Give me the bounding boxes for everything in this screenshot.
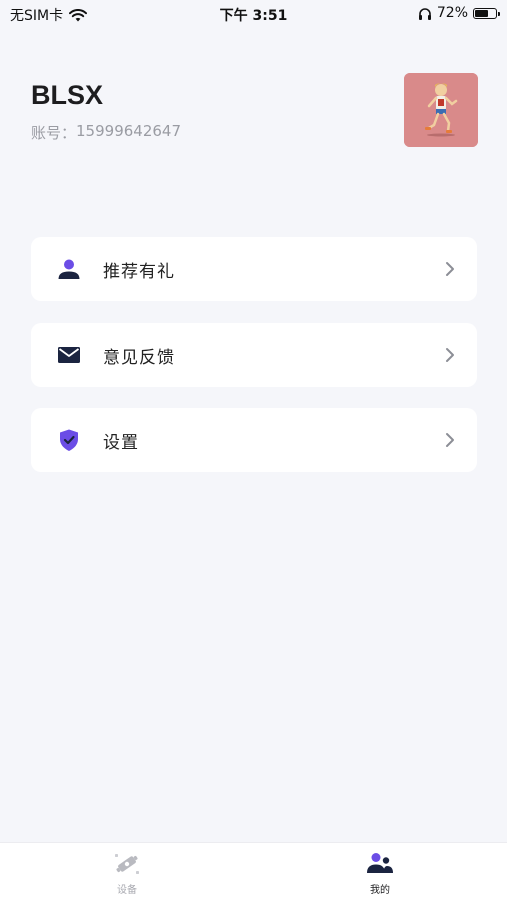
battery-icon (473, 7, 500, 19)
headphones-icon (418, 7, 431, 20)
battery-percent: 72% (436, 5, 468, 21)
account-label: 账号： (31, 124, 77, 142)
menu-item-label: 意见反馈 (103, 348, 175, 368)
shield-check-icon (60, 429, 78, 451)
tab-devices[interactable]: 设备 (97, 851, 157, 896)
device-icon (115, 854, 139, 874)
chevron-right-icon (446, 262, 454, 276)
people-icon (367, 853, 393, 873)
tab-label: 我的 (370, 885, 390, 896)
menu-item-settings[interactable]: 设置 (31, 408, 477, 472)
status-bar: 无SIM卡 下午 3:51 72% (0, 0, 507, 28)
person-icon (58, 259, 80, 279)
status-right: 72% (418, 5, 500, 21)
menu-item-label: 推荐有礼 (103, 262, 175, 282)
tab-bar: 设备 我的 (0, 842, 507, 901)
menu-item-referral[interactable]: 推荐有礼 (31, 237, 477, 301)
chevron-right-icon (446, 348, 454, 362)
account-number: 15999642647 (76, 122, 181, 140)
account-line: 账号： 15999642647 (31, 122, 181, 143)
username: BLSX (31, 80, 104, 110)
battery-fill (475, 9, 488, 17)
runner-illustration (404, 73, 478, 147)
tab-mine[interactable]: 我的 (350, 851, 410, 896)
chevron-right-icon (446, 433, 454, 447)
menu-item-label: 设置 (103, 433, 139, 453)
tab-label: 设备 (117, 885, 137, 896)
menu-item-feedback[interactable]: 意见反馈 (31, 323, 477, 387)
envelope-icon (58, 347, 80, 363)
avatar[interactable] (404, 73, 478, 147)
